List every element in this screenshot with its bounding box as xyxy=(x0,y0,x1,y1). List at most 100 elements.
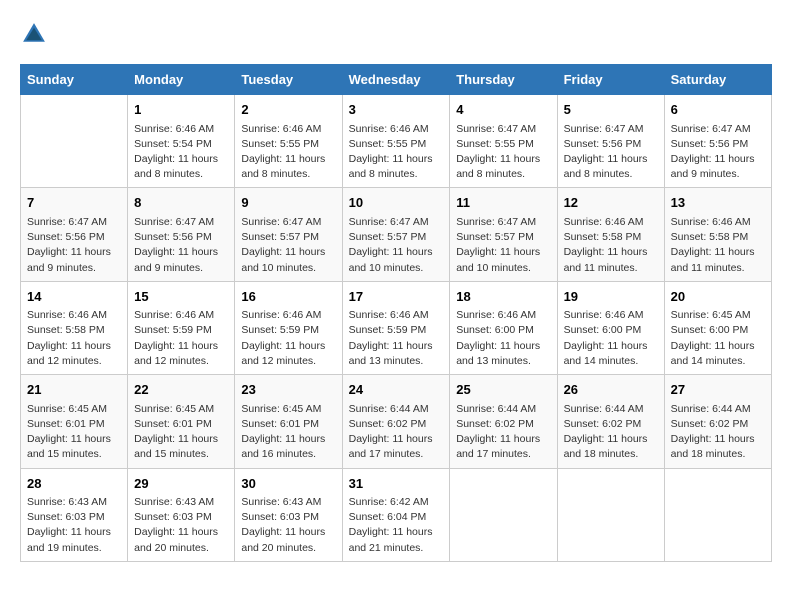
calendar-cell: 28Sunrise: 6:43 AM Sunset: 6:03 PM Dayli… xyxy=(21,468,128,561)
cell-daylight-info: Sunrise: 6:46 AM Sunset: 5:59 PM Dayligh… xyxy=(134,308,228,369)
calendar-cell: 9Sunrise: 6:47 AM Sunset: 5:57 PM Daylig… xyxy=(235,188,342,281)
day-number: 25 xyxy=(456,380,550,400)
day-number: 20 xyxy=(671,287,765,307)
calendar-week-2: 7Sunrise: 6:47 AM Sunset: 5:56 PM Daylig… xyxy=(21,188,772,281)
calendar-cell: 2Sunrise: 6:46 AM Sunset: 5:55 PM Daylig… xyxy=(235,95,342,188)
day-number: 19 xyxy=(564,287,658,307)
day-number: 13 xyxy=(671,193,765,213)
calendar-header: SundayMondayTuesdayWednesdayThursdayFrid… xyxy=(21,65,772,95)
day-number: 14 xyxy=(27,287,121,307)
calendar-cell: 18Sunrise: 6:46 AM Sunset: 6:00 PM Dayli… xyxy=(450,281,557,374)
day-number: 16 xyxy=(241,287,335,307)
calendar-cell: 3Sunrise: 6:46 AM Sunset: 5:55 PM Daylig… xyxy=(342,95,450,188)
day-number: 18 xyxy=(456,287,550,307)
day-number: 4 xyxy=(456,100,550,120)
cell-daylight-info: Sunrise: 6:44 AM Sunset: 6:02 PM Dayligh… xyxy=(456,402,550,463)
logo xyxy=(20,20,52,48)
calendar-cell: 20Sunrise: 6:45 AM Sunset: 6:00 PM Dayli… xyxy=(664,281,771,374)
day-number: 7 xyxy=(27,193,121,213)
calendar-cell: 11Sunrise: 6:47 AM Sunset: 5:57 PM Dayli… xyxy=(450,188,557,281)
calendar-cell: 25Sunrise: 6:44 AM Sunset: 6:02 PM Dayli… xyxy=(450,375,557,468)
calendar-cell: 27Sunrise: 6:44 AM Sunset: 6:02 PM Dayli… xyxy=(664,375,771,468)
day-number: 2 xyxy=(241,100,335,120)
day-number: 21 xyxy=(27,380,121,400)
cell-daylight-info: Sunrise: 6:45 AM Sunset: 6:00 PM Dayligh… xyxy=(671,308,765,369)
cell-daylight-info: Sunrise: 6:44 AM Sunset: 6:02 PM Dayligh… xyxy=(349,402,444,463)
calendar-cell: 21Sunrise: 6:45 AM Sunset: 6:01 PM Dayli… xyxy=(21,375,128,468)
calendar-week-5: 28Sunrise: 6:43 AM Sunset: 6:03 PM Dayli… xyxy=(21,468,772,561)
calendar-cell xyxy=(21,95,128,188)
calendar-cell: 14Sunrise: 6:46 AM Sunset: 5:58 PM Dayli… xyxy=(21,281,128,374)
day-number: 23 xyxy=(241,380,335,400)
cell-daylight-info: Sunrise: 6:46 AM Sunset: 5:59 PM Dayligh… xyxy=(349,308,444,369)
cell-daylight-info: Sunrise: 6:42 AM Sunset: 6:04 PM Dayligh… xyxy=(349,495,444,556)
header-cell-saturday: Saturday xyxy=(664,65,771,95)
page-header xyxy=(20,20,772,48)
cell-daylight-info: Sunrise: 6:44 AM Sunset: 6:02 PM Dayligh… xyxy=(671,402,765,463)
calendar-cell: 6Sunrise: 6:47 AM Sunset: 5:56 PM Daylig… xyxy=(664,95,771,188)
cell-daylight-info: Sunrise: 6:44 AM Sunset: 6:02 PM Dayligh… xyxy=(564,402,658,463)
logo-icon xyxy=(20,20,48,48)
cell-daylight-info: Sunrise: 6:46 AM Sunset: 5:55 PM Dayligh… xyxy=(349,122,444,183)
cell-daylight-info: Sunrise: 6:46 AM Sunset: 5:58 PM Dayligh… xyxy=(27,308,121,369)
cell-daylight-info: Sunrise: 6:46 AM Sunset: 6:00 PM Dayligh… xyxy=(564,308,658,369)
cell-daylight-info: Sunrise: 6:46 AM Sunset: 5:55 PM Dayligh… xyxy=(241,122,335,183)
header-cell-thursday: Thursday xyxy=(450,65,557,95)
calendar-cell: 10Sunrise: 6:47 AM Sunset: 5:57 PM Dayli… xyxy=(342,188,450,281)
calendar-cell: 16Sunrise: 6:46 AM Sunset: 5:59 PM Dayli… xyxy=(235,281,342,374)
day-number: 26 xyxy=(564,380,658,400)
header-cell-friday: Friday xyxy=(557,65,664,95)
calendar-cell: 5Sunrise: 6:47 AM Sunset: 5:56 PM Daylig… xyxy=(557,95,664,188)
cell-daylight-info: Sunrise: 6:46 AM Sunset: 5:58 PM Dayligh… xyxy=(671,215,765,276)
cell-daylight-info: Sunrise: 6:47 AM Sunset: 5:56 PM Dayligh… xyxy=(27,215,121,276)
day-number: 8 xyxy=(134,193,228,213)
calendar-week-4: 21Sunrise: 6:45 AM Sunset: 6:01 PM Dayli… xyxy=(21,375,772,468)
calendar-table: SundayMondayTuesdayWednesdayThursdayFrid… xyxy=(20,64,772,562)
cell-daylight-info: Sunrise: 6:46 AM Sunset: 5:58 PM Dayligh… xyxy=(564,215,658,276)
calendar-cell xyxy=(557,468,664,561)
day-number: 5 xyxy=(564,100,658,120)
calendar-week-1: 1Sunrise: 6:46 AM Sunset: 5:54 PM Daylig… xyxy=(21,95,772,188)
day-number: 29 xyxy=(134,474,228,494)
day-number: 27 xyxy=(671,380,765,400)
calendar-cell: 15Sunrise: 6:46 AM Sunset: 5:59 PM Dayli… xyxy=(128,281,235,374)
calendar-cell: 4Sunrise: 6:47 AM Sunset: 5:55 PM Daylig… xyxy=(450,95,557,188)
calendar-cell: 13Sunrise: 6:46 AM Sunset: 5:58 PM Dayli… xyxy=(664,188,771,281)
header-row: SundayMondayTuesdayWednesdayThursdayFrid… xyxy=(21,65,772,95)
day-number: 10 xyxy=(349,193,444,213)
cell-daylight-info: Sunrise: 6:47 AM Sunset: 5:57 PM Dayligh… xyxy=(241,215,335,276)
cell-daylight-info: Sunrise: 6:45 AM Sunset: 6:01 PM Dayligh… xyxy=(134,402,228,463)
calendar-cell: 31Sunrise: 6:42 AM Sunset: 6:04 PM Dayli… xyxy=(342,468,450,561)
cell-daylight-info: Sunrise: 6:47 AM Sunset: 5:57 PM Dayligh… xyxy=(456,215,550,276)
cell-daylight-info: Sunrise: 6:43 AM Sunset: 6:03 PM Dayligh… xyxy=(27,495,121,556)
calendar-cell: 17Sunrise: 6:46 AM Sunset: 5:59 PM Dayli… xyxy=(342,281,450,374)
calendar-cell: 19Sunrise: 6:46 AM Sunset: 6:00 PM Dayli… xyxy=(557,281,664,374)
cell-daylight-info: Sunrise: 6:47 AM Sunset: 5:55 PM Dayligh… xyxy=(456,122,550,183)
cell-daylight-info: Sunrise: 6:45 AM Sunset: 6:01 PM Dayligh… xyxy=(27,402,121,463)
calendar-week-3: 14Sunrise: 6:46 AM Sunset: 5:58 PM Dayli… xyxy=(21,281,772,374)
cell-daylight-info: Sunrise: 6:45 AM Sunset: 6:01 PM Dayligh… xyxy=(241,402,335,463)
day-number: 28 xyxy=(27,474,121,494)
calendar-cell: 12Sunrise: 6:46 AM Sunset: 5:58 PM Dayli… xyxy=(557,188,664,281)
calendar-cell: 23Sunrise: 6:45 AM Sunset: 6:01 PM Dayli… xyxy=(235,375,342,468)
day-number: 12 xyxy=(564,193,658,213)
calendar-body: 1Sunrise: 6:46 AM Sunset: 5:54 PM Daylig… xyxy=(21,95,772,562)
day-number: 6 xyxy=(671,100,765,120)
calendar-cell: 22Sunrise: 6:45 AM Sunset: 6:01 PM Dayli… xyxy=(128,375,235,468)
day-number: 3 xyxy=(349,100,444,120)
day-number: 17 xyxy=(349,287,444,307)
day-number: 31 xyxy=(349,474,444,494)
calendar-cell xyxy=(664,468,771,561)
calendar-cell: 8Sunrise: 6:47 AM Sunset: 5:56 PM Daylig… xyxy=(128,188,235,281)
cell-daylight-info: Sunrise: 6:47 AM Sunset: 5:56 PM Dayligh… xyxy=(671,122,765,183)
day-number: 22 xyxy=(134,380,228,400)
calendar-cell: 30Sunrise: 6:43 AM Sunset: 6:03 PM Dayli… xyxy=(235,468,342,561)
header-cell-monday: Monday xyxy=(128,65,235,95)
cell-daylight-info: Sunrise: 6:46 AM Sunset: 5:59 PM Dayligh… xyxy=(241,308,335,369)
day-number: 11 xyxy=(456,193,550,213)
calendar-cell: 24Sunrise: 6:44 AM Sunset: 6:02 PM Dayli… xyxy=(342,375,450,468)
cell-daylight-info: Sunrise: 6:43 AM Sunset: 6:03 PM Dayligh… xyxy=(134,495,228,556)
calendar-cell: 1Sunrise: 6:46 AM Sunset: 5:54 PM Daylig… xyxy=(128,95,235,188)
cell-daylight-info: Sunrise: 6:46 AM Sunset: 5:54 PM Dayligh… xyxy=(134,122,228,183)
day-number: 9 xyxy=(241,193,335,213)
